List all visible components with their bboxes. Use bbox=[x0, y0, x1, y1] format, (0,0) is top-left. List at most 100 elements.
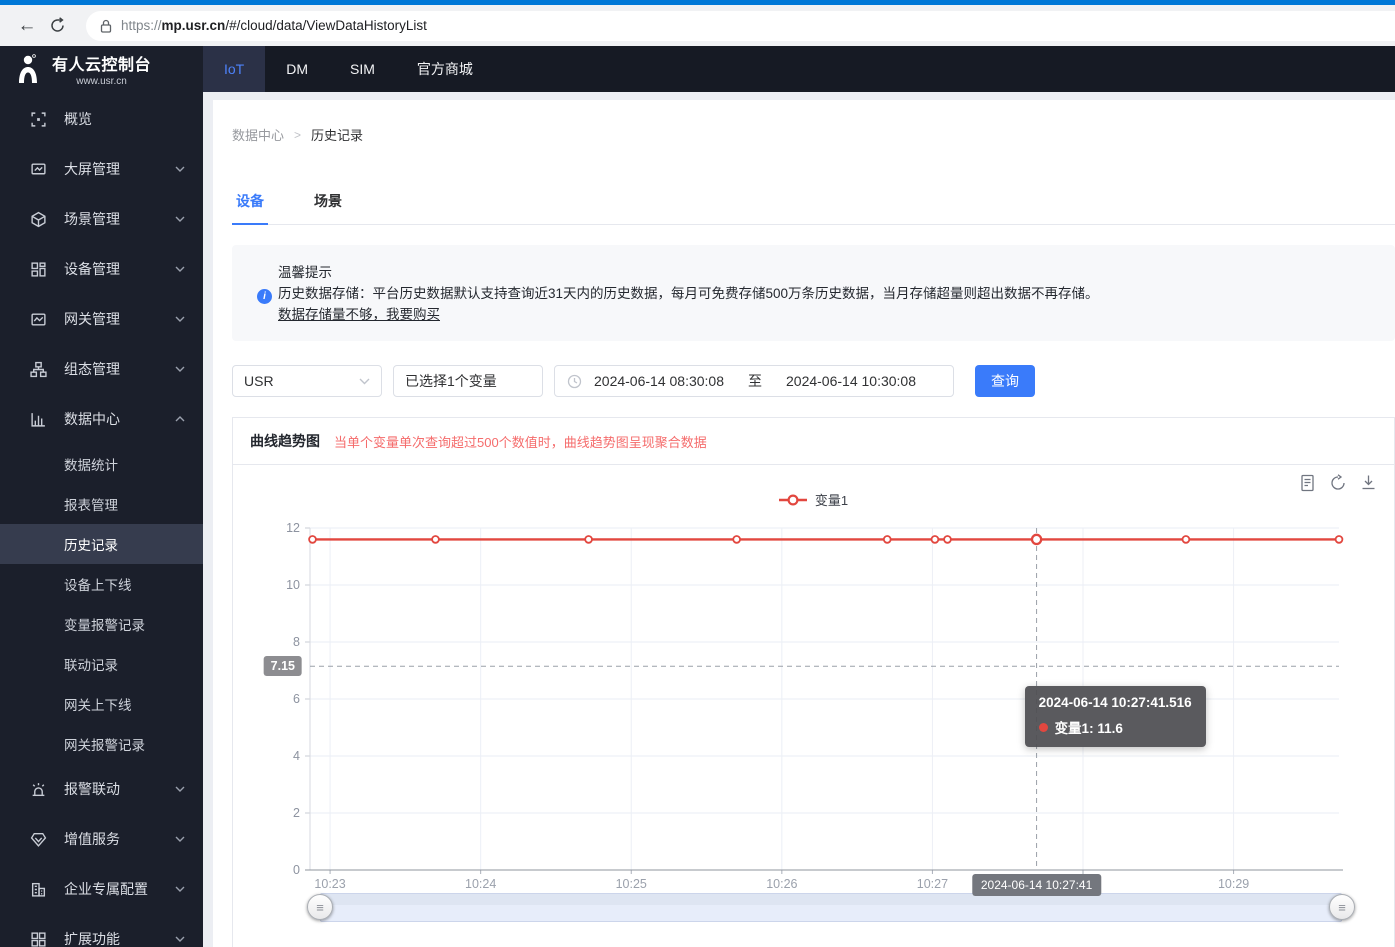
tab-scene[interactable]: 场景 bbox=[310, 191, 346, 224]
variable-select[interactable]: 已选择1个变量 bbox=[393, 365, 543, 397]
sidebar-item-label: 组态管理 bbox=[64, 359, 175, 379]
sidebar-item-label: 报警联动 bbox=[64, 779, 175, 799]
browser-back-button[interactable]: ← bbox=[12, 11, 42, 41]
chart-tooltip: 2024-06-14 10:27:41.516 变量1: 11.6 bbox=[1025, 686, 1206, 747]
topnav-tab-mall[interactable]: 官方商城 bbox=[396, 46, 494, 92]
sidebar-subitem-device-onoff[interactable]: 设备上下线 bbox=[0, 564, 203, 604]
breadcrumb: 数据中心 > 历史记录 bbox=[232, 100, 1395, 144]
sidebar-item-label: 设备管理 bbox=[64, 259, 175, 279]
sidebar-item-value-added[interactable]: 增值服务 bbox=[0, 814, 203, 864]
clock-icon bbox=[567, 374, 582, 389]
sidebar-item-devices[interactable]: 设备管理 bbox=[0, 244, 203, 294]
query-button[interactable]: 查询 bbox=[975, 365, 1035, 397]
sidebar-item-label: 概览 bbox=[64, 109, 185, 129]
notice-body: 历史数据存储：平台历史数据默认支持查询近31天内的历史数据，每月可免费存储500… bbox=[278, 283, 1375, 304]
chevron-down-icon bbox=[175, 936, 185, 942]
trend-chart: 02468101210:2310:2410:2510:2610:2710:281… bbox=[233, 465, 1394, 947]
brand-subtitle: www.usr.cn bbox=[76, 76, 127, 87]
sidebar-item-alarm-linkage[interactable]: 报警联动 bbox=[0, 764, 203, 814]
sidebar-item-extensions[interactable]: 扩展功能 bbox=[0, 914, 203, 947]
siren-icon bbox=[30, 781, 47, 798]
browser-refresh-button[interactable] bbox=[42, 11, 72, 41]
sidebar-subitem-reports[interactable]: 报表管理 bbox=[0, 484, 203, 524]
data-view-icon[interactable] bbox=[1299, 474, 1316, 492]
brand-title: 有人云控制台 bbox=[52, 51, 151, 75]
usr-person-icon bbox=[13, 53, 43, 85]
browser-address-bar[interactable]: https://mp.usr.cn/#/cloud/data/ViewDataH… bbox=[86, 11, 1395, 41]
sidebar-item-scada[interactable]: 组态管理 bbox=[0, 344, 203, 394]
gem-icon bbox=[30, 831, 47, 848]
brand-logo[interactable]: 有人云控制台 www.usr.cn bbox=[0, 46, 203, 92]
browser-chrome: ← https://mp.usr.cn/#/cloud/data/ViewDat… bbox=[0, 0, 1395, 46]
sidebar-item-enterprise-config[interactable]: 企业专属配置 bbox=[0, 864, 203, 914]
sidebar-subitem-gateway-alarms[interactable]: 网关报警记录 bbox=[0, 724, 203, 764]
chart-toolbox bbox=[1299, 474, 1377, 492]
tooltip-timestamp: 2024-06-14 10:27:41.516 bbox=[1039, 695, 1192, 710]
datazoom-left-handle[interactable]: ≡ bbox=[307, 894, 333, 920]
device-grid-icon bbox=[30, 261, 47, 278]
datazoom-right-handle[interactable]: ≡ bbox=[1329, 894, 1355, 920]
submenu-label: 历史记录 bbox=[64, 534, 118, 554]
svg-text:2: 2 bbox=[293, 806, 300, 820]
topnav-tab-iot[interactable]: IoT bbox=[203, 46, 265, 92]
sidebar-subitem-var-alarms[interactable]: 变量报警记录 bbox=[0, 604, 203, 644]
chevron-down-icon bbox=[175, 786, 185, 792]
sidebar-item-screens[interactable]: 大屏管理 bbox=[0, 144, 203, 194]
svg-text:10:29: 10:29 bbox=[1218, 877, 1249, 891]
chevron-down-icon bbox=[175, 216, 185, 222]
tooltip-value: 变量1: 11.6 bbox=[1055, 717, 1123, 737]
topnav-tab-dm[interactable]: DM bbox=[265, 46, 329, 92]
info-icon: i bbox=[257, 289, 272, 304]
restore-icon[interactable] bbox=[1329, 474, 1347, 492]
submenu-label: 联动记录 bbox=[64, 654, 118, 674]
device-select[interactable]: USR bbox=[232, 365, 382, 397]
date-range-picker[interactable]: 2024-06-14 08:30:08 至 2024-06-14 10:30:0… bbox=[554, 365, 954, 397]
sidebar-subitem-gateway-onoff[interactable]: 网关上下线 bbox=[0, 684, 203, 724]
svg-text:10:24: 10:24 bbox=[465, 877, 496, 891]
sidebar-item-label: 企业专属配置 bbox=[64, 879, 175, 899]
submenu-label: 报表管理 bbox=[64, 494, 118, 514]
buy-storage-link[interactable]: 数据存储量不够，我要购买 bbox=[278, 307, 440, 322]
sidebar-item-label: 网关管理 bbox=[64, 309, 175, 329]
submenu-label: 网关报警记录 bbox=[64, 734, 145, 754]
sidebar-subitem-data-stats[interactable]: 数据统计 bbox=[0, 444, 203, 484]
date-end: 2024-06-14 10:30:08 bbox=[786, 373, 916, 389]
svg-text:4: 4 bbox=[293, 749, 300, 763]
sidebar-item-datacenter[interactable]: 数据中心 bbox=[0, 394, 203, 444]
variable-select-value: 已选择1个变量 bbox=[405, 371, 497, 391]
tab-device[interactable]: 设备 bbox=[232, 191, 268, 225]
datazoom-slider[interactable]: ≡ ≡ bbox=[320, 893, 1342, 922]
submenu-label: 网关上下线 bbox=[64, 694, 132, 714]
download-icon[interactable] bbox=[1360, 474, 1377, 491]
notice-box: i 温馨提示 历史数据存储：平台历史数据默认支持查询近31天内的历史数据，每月可… bbox=[232, 245, 1395, 341]
breadcrumb-parent[interactable]: 数据中心 bbox=[232, 125, 284, 144]
lock-icon bbox=[100, 19, 112, 33]
sidebar-item-gateways[interactable]: 网关管理 bbox=[0, 294, 203, 344]
chart-card-title: 曲线趋势图 bbox=[250, 431, 320, 451]
bar-chart-icon bbox=[30, 411, 47, 428]
screen-icon bbox=[30, 161, 47, 178]
url-host: mp.usr.cn bbox=[162, 18, 226, 33]
scada-hierarchy-icon bbox=[30, 361, 47, 378]
url-scheme: https:// bbox=[121, 18, 162, 33]
submenu-label: 变量报警记录 bbox=[64, 614, 145, 634]
trend-chart-canvas[interactable]: 02468101210:2310:2410:2510:2610:2710:281… bbox=[233, 465, 1395, 947]
topnav-tab-sim[interactable]: SIM bbox=[329, 46, 396, 92]
chart-card-header: 曲线趋势图 当单个变量单次查询超过500个数值时，曲线趋势图呈现聚合数据 bbox=[233, 418, 1394, 465]
date-separator: 至 bbox=[748, 371, 762, 391]
chart-legend[interactable]: 变量1 bbox=[233, 490, 1394, 509]
sidebar-item-scenes[interactable]: 场景管理 bbox=[0, 194, 203, 244]
top-navigation: IoT DM SIM 官方商城 bbox=[203, 46, 1395, 92]
sidebar-item-overview[interactable]: 概览 bbox=[0, 94, 203, 144]
chevron-down-icon bbox=[359, 378, 370, 385]
browser-toolbar: ← https://mp.usr.cn/#/cloud/data/ViewDat… bbox=[0, 5, 1395, 46]
page-panel: 数据中心 > 历史记录 设备 场景 i 温馨提示 历史数据存储：平台历史数据默认… bbox=[213, 100, 1395, 947]
chevron-down-icon bbox=[175, 886, 185, 892]
sidebar-subitem-history[interactable]: 历史记录 bbox=[0, 524, 203, 564]
svg-text:10:25: 10:25 bbox=[616, 877, 647, 891]
chevron-down-icon bbox=[175, 166, 185, 172]
sidebar-subitem-linkage[interactable]: 联动记录 bbox=[0, 644, 203, 684]
content-area: 数据中心 > 历史记录 设备 场景 i 温馨提示 历史数据存储：平台历史数据默认… bbox=[203, 92, 1395, 947]
datazoom-band[interactable] bbox=[320, 893, 1342, 922]
submenu-label: 数据统计 bbox=[64, 454, 118, 474]
